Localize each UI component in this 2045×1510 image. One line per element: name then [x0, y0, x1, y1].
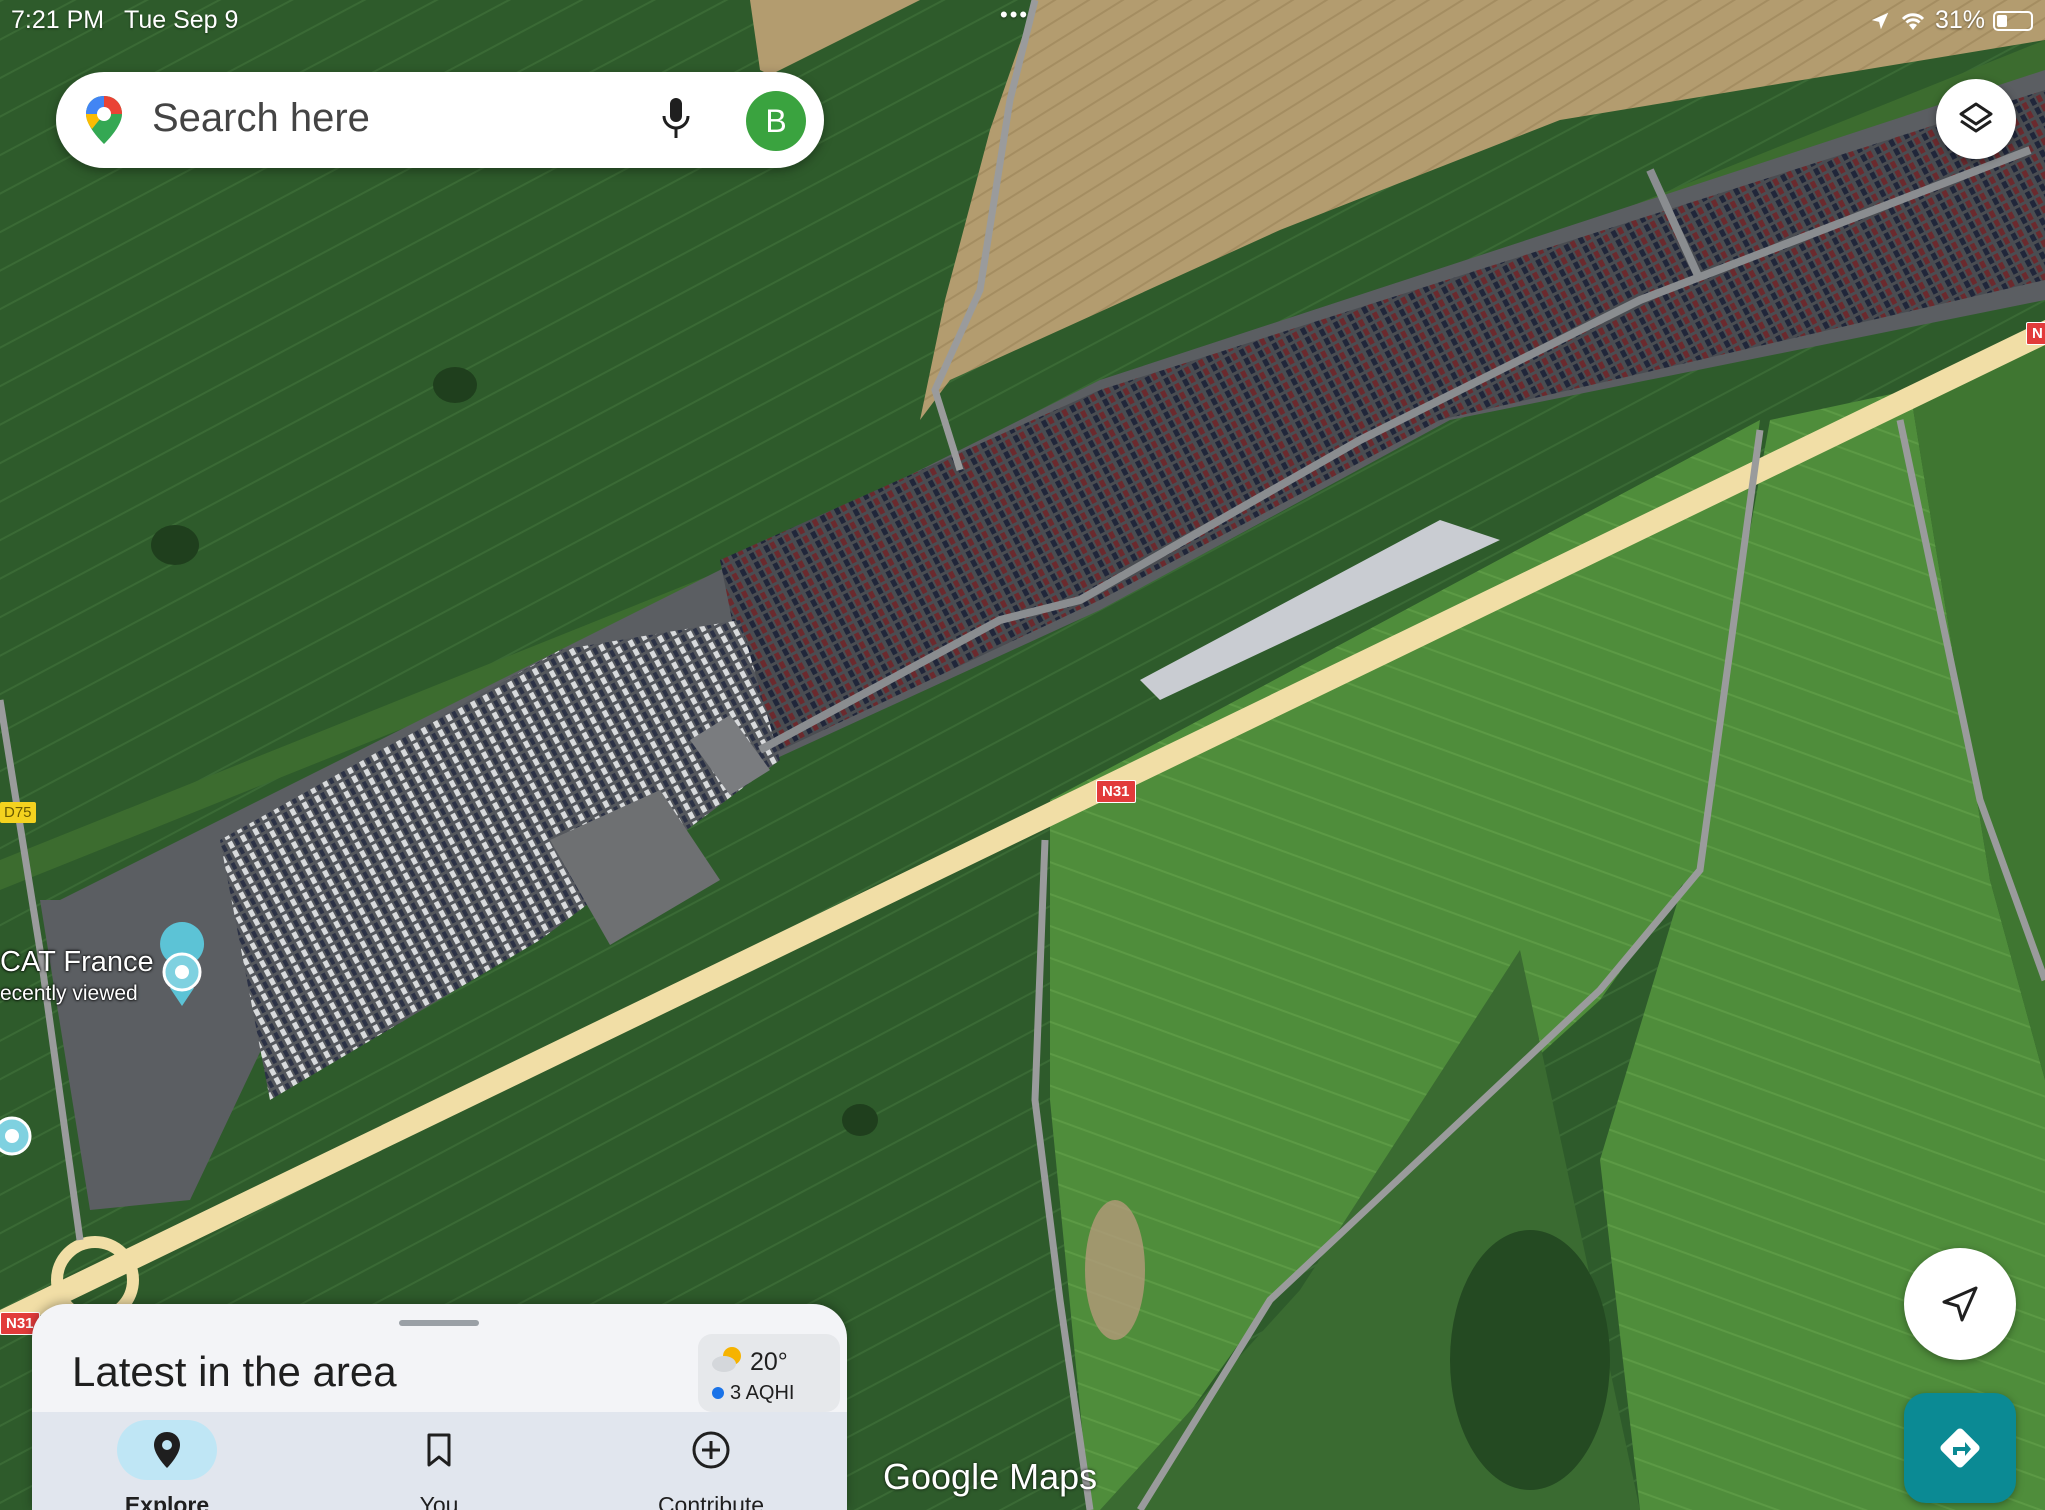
battery-percent: 31%: [1934, 6, 1985, 34]
weather-temperature: 20°: [750, 1348, 788, 1376]
nav-contribute[interactable]: Contribute: [611, 1412, 811, 1510]
bottom-nav: Explore You Contribute: [32, 1412, 847, 1510]
battery-icon: [1993, 10, 2033, 31]
location-arrow-icon: [1871, 12, 1889, 29]
nav-contribute-pill: [661, 1420, 761, 1480]
sheet-title: Latest in the area: [72, 1348, 397, 1395]
search-bar[interactable]: Search here B: [56, 72, 824, 168]
nav-you-pill: [389, 1420, 489, 1480]
nav-explore[interactable]: Explore: [67, 1412, 267, 1510]
road-shield-d75: D75: [0, 802, 36, 823]
air-quality-dot-icon: [712, 1387, 724, 1399]
place-marker-icon[interactable]: [0, 1116, 32, 1156]
wifi-icon: [1901, 12, 1925, 30]
nav-you-label: You: [419, 1492, 459, 1510]
sheet-drag-handle[interactable]: [399, 1320, 479, 1326]
place-sublabel: ecently viewed: [0, 982, 138, 1005]
google-maps-logo-icon: [86, 96, 122, 144]
directions-button[interactable]: [1904, 1393, 2016, 1503]
multitasking-dots-icon[interactable]: •••: [1000, 2, 1029, 28]
search-input[interactable]: Search here: [152, 96, 370, 141]
satellite-map[interactable]: [0, 0, 2045, 1510]
air-quality-value: 3 AQHI: [730, 1382, 795, 1404]
status-time: 7:21 PM: [11, 6, 105, 34]
nav-explore-pill: [117, 1420, 217, 1480]
place-label[interactable]: CAT France: [0, 946, 154, 979]
nav-explore-label: Explore: [124, 1492, 210, 1510]
status-bar: 7:21 PM Tue Sep 9 ••• 31%: [0, 0, 2045, 40]
status-date: Tue Sep 9: [124, 6, 239, 34]
microphone-icon[interactable]: [661, 96, 691, 142]
directions-icon: [1940, 1428, 1980, 1468]
bookmark-icon: [427, 1433, 451, 1467]
my-location-button[interactable]: [1904, 1248, 2016, 1360]
add-circle-icon: [692, 1431, 730, 1469]
map-watermark: Google Maps: [883, 1456, 1098, 1497]
bottom-sheet[interactable]: Latest in the area 20° 3 AQHI Explore Yo…: [32, 1304, 847, 1510]
account-avatar[interactable]: B: [746, 91, 806, 151]
nav-you[interactable]: You: [339, 1412, 539, 1510]
layers-button[interactable]: [1936, 79, 2016, 159]
road-shield-n31: N31: [1096, 780, 1136, 803]
status-right-group: 31%: [1869, 6, 2033, 35]
location-pin-icon: [154, 1432, 180, 1468]
weather-chip[interactable]: 20° 3 AQHI: [698, 1334, 840, 1412]
partly-cloudy-icon: [712, 1347, 741, 1372]
road-shield-edge: N: [2026, 322, 2045, 345]
navigation-arrow-icon: [1942, 1286, 1978, 1322]
nav-contribute-label: Contribute: [657, 1492, 765, 1510]
layers-icon: [1959, 102, 1993, 133]
